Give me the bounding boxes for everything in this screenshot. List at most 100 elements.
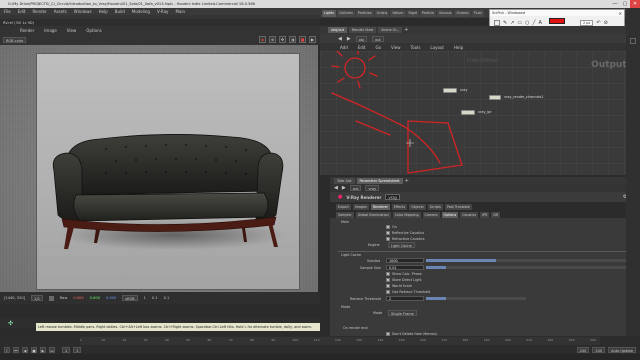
- shelf-tab-particles[interactable]: Particles: [355, 9, 374, 17]
- stop-render-icon[interactable]: ■: [299, 36, 306, 43]
- start-frame-field[interactable]: 1: [73, 346, 82, 353]
- end-frame-field[interactable]: 240: [576, 346, 590, 353]
- menu-build[interactable]: Build: [115, 9, 125, 14]
- track-mouse-icon[interactable]: ⊕: [269, 36, 276, 43]
- ptab-images[interactable]: Images: [352, 203, 369, 210]
- menu-modeling[interactable]: Modeling: [132, 9, 150, 14]
- checkbox-dont-delete[interactable]: ✓: [386, 332, 390, 336]
- ptab-export[interactable]: Export: [336, 203, 351, 210]
- subdivs-slider[interactable]: [426, 259, 626, 262]
- checkbox-show-calc-phase[interactable]: ✓: [386, 272, 390, 276]
- ptab-scripts[interactable]: Scripts: [427, 203, 443, 210]
- auto-update-dropdown[interactable]: Auto Update: [608, 346, 636, 353]
- shelf-tab-vellum[interactable]: Vellum: [390, 9, 406, 17]
- menu-vray[interactable]: V-Ray: [157, 9, 168, 14]
- shelf-tab-particle[interactable]: Particle: [419, 9, 436, 17]
- retrace-threshold-slider[interactable]: [426, 297, 526, 300]
- play-back-icon[interactable]: ◀: [22, 346, 28, 353]
- shelf-tab-lights[interactable]: Lights: [322, 9, 336, 17]
- ptab-sampler[interactable]: Sampler: [336, 211, 354, 218]
- net-menu-edit[interactable]: Edit: [358, 45, 366, 50]
- net-menu-tools[interactable]: Tools: [411, 45, 421, 50]
- net-menu-view[interactable]: View: [391, 45, 401, 50]
- region-render-icon[interactable]: ◈: [259, 36, 266, 43]
- net-menu-go[interactable]: Go: [376, 45, 382, 50]
- snap-icon[interactable]: ✣: [8, 320, 13, 327]
- path-obj[interactable]: obj: [355, 35, 368, 42]
- rv-menu-view[interactable]: View: [67, 28, 77, 33]
- play-icon[interactable]: ▶: [40, 346, 46, 353]
- ptab-options[interactable]: Options: [441, 211, 459, 218]
- menu-assets[interactable]: Assets: [54, 9, 67, 14]
- ptab-color-mapping[interactable]: Color Mapping: [392, 211, 421, 218]
- engine-dropdown[interactable]: Light Cache: [388, 242, 415, 248]
- menu-render[interactable]: Render: [32, 9, 46, 14]
- back-icon[interactable]: ◀: [338, 36, 342, 42]
- current-frame-field[interactable]: 1: [62, 346, 71, 353]
- rv-menu-render[interactable]: Render: [20, 28, 34, 33]
- rv-menu-options[interactable]: Options: [86, 28, 101, 33]
- shelf-tab-collision[interactable]: Collision: [336, 9, 355, 17]
- tab-scene-view[interactable]: Scene Vi...: [378, 27, 403, 33]
- menu-edit[interactable]: Edit: [18, 9, 26, 14]
- ptab-global-illumination[interactable]: Global Illumination: [355, 211, 391, 218]
- fast-forward-icon[interactable]: ⏭: [49, 346, 55, 353]
- param-forward-icon[interactable]: ▶: [342, 185, 346, 191]
- shelf-tab-oceans[interactable]: Oceans: [454, 9, 471, 17]
- minimize-button[interactable]: —: [610, 0, 620, 8]
- close-button[interactable]: ✕: [630, 0, 640, 8]
- shelf-tab-grains[interactable]: Grains: [374, 9, 390, 17]
- menu-main[interactable]: Main: [175, 9, 185, 14]
- checkbox-on[interactable]: ✓: [386, 225, 390, 229]
- checkbox-store-direct-light[interactable]: ✓: [386, 278, 390, 282]
- ptab-dr[interactable]: DR: [491, 211, 501, 218]
- ptab-renderer[interactable]: Renderer: [370, 203, 390, 210]
- floating-close-icon[interactable]: ✕: [619, 11, 624, 16]
- node-name-field[interactable]: vray: [385, 194, 401, 200]
- colorspace-dropdown[interactable]: sRGB: [122, 295, 138, 301]
- rewind-icon[interactable]: ⏮: [13, 346, 19, 353]
- audio-icon[interactable]: ♪: [4, 346, 10, 353]
- shelf-tab-viscous[interactable]: Viscous: [437, 9, 454, 17]
- checkbox-refractive-caustics[interactable]: ✓: [386, 237, 390, 241]
- checkbox-use-retrace[interactable]: ✓: [386, 290, 390, 294]
- param-path-vray[interactable]: vray: [365, 185, 380, 191]
- menu-help[interactable]: Help: [99, 9, 108, 14]
- ptab-caustics[interactable]: Caustics: [460, 211, 479, 218]
- color-swatch[interactable]: [549, 18, 565, 24]
- sample-size-field[interactable]: 0.01: [386, 265, 424, 270]
- forward-icon[interactable]: ▶: [347, 36, 351, 42]
- pan-icon[interactable]: ✥: [279, 36, 286, 43]
- tab-render-view[interactable]: Render View: [349, 27, 377, 33]
- start-render-icon[interactable]: ▶: [309, 36, 316, 43]
- add-param-tab-icon[interactable]: +: [405, 178, 409, 184]
- shelf-tab-fluid[interactable]: Fluid: [471, 9, 484, 17]
- net-menu-add[interactable]: Add: [340, 45, 348, 50]
- ptab-objects[interactable]: Objects: [409, 203, 426, 210]
- channel-dropdown[interactable]: RGB color: [3, 36, 27, 43]
- rv-menu-image[interactable]: Image: [44, 28, 57, 33]
- tab-take-list[interactable]: Take List: [334, 177, 355, 184]
- checkbox-reflective-caustics[interactable]: ✓: [386, 231, 390, 235]
- param-path-out[interactable]: out: [349, 185, 362, 191]
- param-back-icon[interactable]: ◀: [334, 185, 338, 191]
- sample-size-slider[interactable]: [426, 266, 626, 269]
- net-menu-help[interactable]: Help: [454, 45, 463, 50]
- stop-icon[interactable]: ■: [31, 346, 37, 353]
- ptab-post-translate[interactable]: Post Translate: [444, 203, 472, 210]
- net-menu-layout[interactable]: Layout: [430, 45, 444, 50]
- subdivs-field[interactable]: 1000: [386, 258, 424, 263]
- zoom-dropdown[interactable]: 1/2: [31, 295, 43, 301]
- maximize-button[interactable]: ▢: [620, 0, 630, 8]
- lens-effects-icon[interactable]: ◑: [289, 36, 296, 43]
- end2-frame-field[interactable]: 240: [592, 346, 606, 353]
- ptab-effects[interactable]: Effects: [391, 203, 408, 210]
- checkbox-world-scale[interactable]: ✓: [386, 284, 390, 288]
- mode-dropdown[interactable]: Single Frame: [388, 310, 417, 316]
- path-out[interactable]: out: [372, 35, 384, 42]
- ptab-ipr[interactable]: IPR: [480, 211, 490, 218]
- ptab-camera[interactable]: Camera: [422, 211, 440, 218]
- shelf-tab-rigid[interactable]: Rigid: [406, 9, 419, 17]
- tab-parameter-spreadsheet[interactable]: Parameter Spreadsheet: [356, 177, 403, 184]
- menu-windows[interactable]: Windows: [74, 9, 92, 14]
